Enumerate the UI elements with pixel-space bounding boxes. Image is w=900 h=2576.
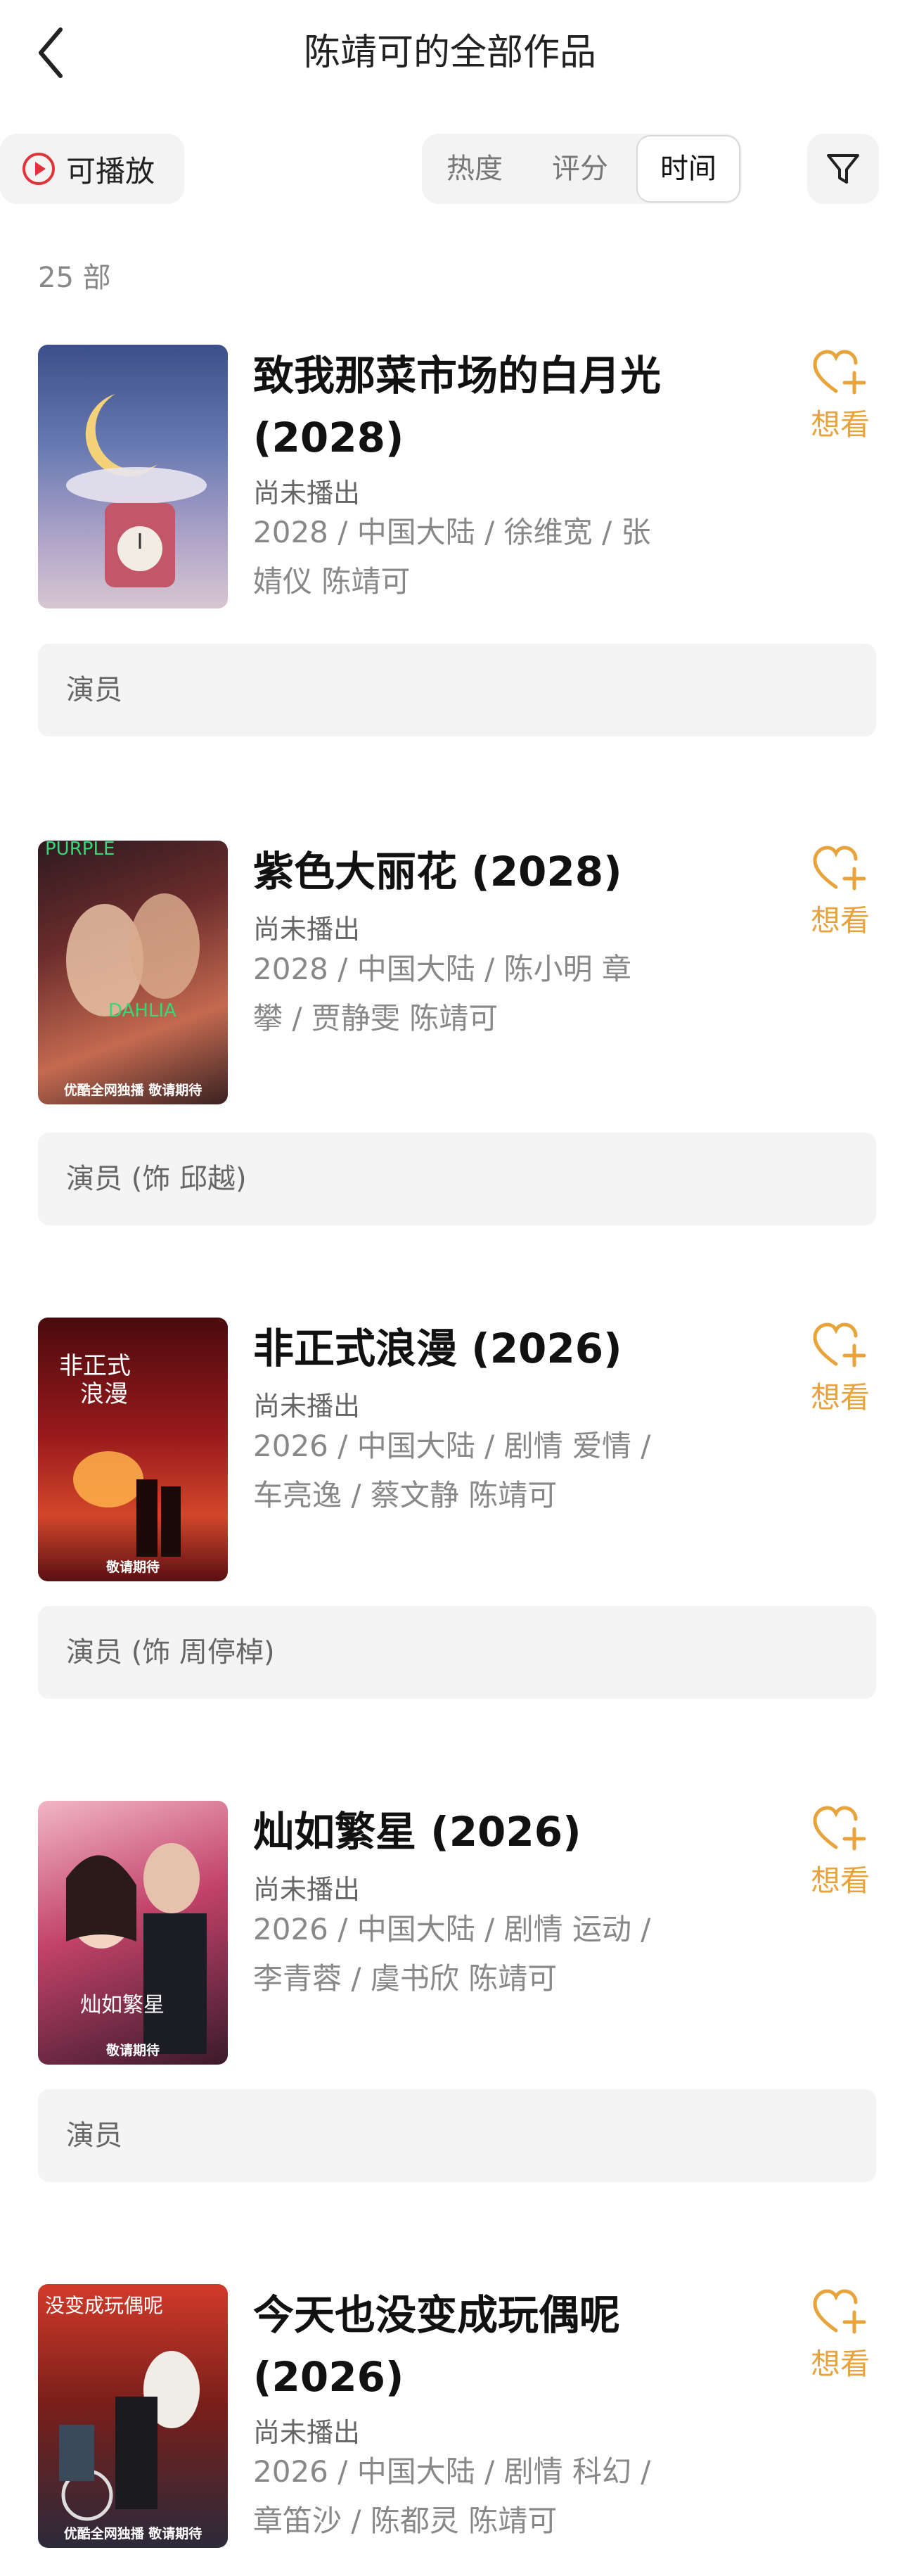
heart-plus-icon xyxy=(813,1806,866,1851)
poster-image[interactable]: 灿如繁星 敬请期待 xyxy=(38,1801,228,2065)
status-text: 尚未播出 xyxy=(253,1874,361,1905)
work-meta: 2026 / 中国大陆 / 剧情 爱情 / 车亮逸 / 蔡文静 陈靖可 xyxy=(253,1429,651,1512)
svg-text:DAHLIA: DAHLIA xyxy=(108,1000,176,1021)
work-title[interactable]: 非正式浪漫 (2026) xyxy=(253,1318,703,1379)
poster-art: PURPLE DAHLIA xyxy=(45,841,200,1021)
poster-image[interactable]: 没变成玩偶呢 优酷全网独播 敬请期待 xyxy=(38,2284,228,2548)
work-meta: 2026 / 中国大陆 / 剧情 运动 / 李青蓉 / 虞书欣 陈靖可 xyxy=(253,1912,651,1996)
sort-tabs: 热度 评分 时间 xyxy=(422,134,742,204)
heart-plus-icon xyxy=(813,2289,866,2334)
tab-sort-time[interactable]: 时间 xyxy=(636,135,740,203)
heart-plus-icon xyxy=(813,350,866,395)
poster-art xyxy=(66,394,207,587)
poster-image[interactable]: 非正式 浪漫 敬请期待 xyxy=(38,1318,228,1581)
poster-caption: 优酷全网独播 敬请期待 xyxy=(63,1083,202,1098)
want-to-watch-button[interactable]: 想看 xyxy=(802,1322,879,1417)
svg-text:灿如繁星: 灿如繁星 xyxy=(80,1993,165,2017)
status-text: 尚未播出 xyxy=(253,478,361,509)
work-meta: 2026 / 中国大陆 / 剧情 科幻 / 章笛沙 / 陈都灵 陈靖可 xyxy=(253,2454,651,2538)
heart-plus-icon xyxy=(813,846,866,891)
work-meta: 2028 / 中国大陆 / 徐维宽 / 张 婧仪 陈靖可 xyxy=(253,515,651,599)
work-title[interactable]: 今天也没变成玩偶呢 (2026) xyxy=(253,2284,703,2408)
poster-caption: 敬请期待 xyxy=(105,1560,160,1575)
role-box: 演员 xyxy=(38,644,876,737)
want-to-watch-button[interactable]: 想看 xyxy=(802,845,879,940)
svg-text:PURPLE: PURPLE xyxy=(45,841,115,860)
want-to-watch-label: 想看 xyxy=(810,1863,870,1898)
page-title: 陈靖可的全部作品 xyxy=(303,32,596,74)
filter-icon xyxy=(827,154,859,184)
header: 陈靖可的全部作品 xyxy=(0,0,900,106)
want-to-watch-button[interactable]: 想看 xyxy=(802,1805,879,1900)
work-meta: 2028 / 中国大陆 / 陈小明 章 攀 / 贾静雯 陈靖可 xyxy=(253,952,631,1035)
status-text: 尚未播出 xyxy=(253,1391,361,1422)
playable-label: 可播放 xyxy=(66,153,155,189)
poster-image[interactable] xyxy=(38,345,228,608)
svg-text:非正式: 非正式 xyxy=(59,1352,131,1380)
tab-sort-popularity[interactable]: 热度 xyxy=(429,134,520,204)
works-count: 25 部 xyxy=(38,262,111,294)
want-to-watch-button[interactable]: 想看 xyxy=(802,349,879,444)
filter-button[interactable] xyxy=(807,134,879,204)
want-to-watch-label: 想看 xyxy=(810,2347,870,2381)
svg-text:没变成玩偶呢: 没变成玩偶呢 xyxy=(45,2294,163,2317)
work-title[interactable]: 灿如繁星 (2026) xyxy=(253,1801,703,1863)
work-title[interactable]: 紫色大丽花 (2028) xyxy=(253,841,703,903)
poster-art: 灿如繁星 xyxy=(66,1843,207,2054)
poster-image[interactable]: PURPLE DAHLIA 优酷全网独播 敬请期待 xyxy=(38,841,228,1104)
role-box: 演员 (饰 周停棹) xyxy=(38,1606,876,1699)
role-box: 演员 xyxy=(38,2089,876,2182)
work-title[interactable]: 致我那菜市场的白月光 (2028) xyxy=(253,345,703,468)
poster-caption: 敬请期待 xyxy=(105,2043,160,2058)
want-to-watch-button[interactable]: 想看 xyxy=(802,2288,879,2383)
tab-sort-rating[interactable]: 评分 xyxy=(534,134,626,204)
heart-plus-icon xyxy=(813,1322,866,1367)
playable-filter-button[interactable]: 可播放 xyxy=(0,134,184,204)
poster-art: 非正式 浪漫 xyxy=(59,1352,181,1557)
svg-text:浪漫: 浪漫 xyxy=(80,1380,128,1408)
status-text: 尚未播出 xyxy=(253,2417,361,2448)
role-box: 演员 (饰 邱越) xyxy=(38,1133,876,1225)
want-to-watch-label: 想看 xyxy=(810,1380,870,1415)
poster-art: 没变成玩偶呢 xyxy=(45,2294,200,2521)
status-text: 尚未播出 xyxy=(253,914,361,945)
want-to-watch-label: 想看 xyxy=(810,407,870,442)
poster-caption: 优酷全网独播 敬请期待 xyxy=(63,2526,202,2542)
play-circle-icon xyxy=(22,153,55,185)
want-to-watch-label: 想看 xyxy=(810,903,870,938)
